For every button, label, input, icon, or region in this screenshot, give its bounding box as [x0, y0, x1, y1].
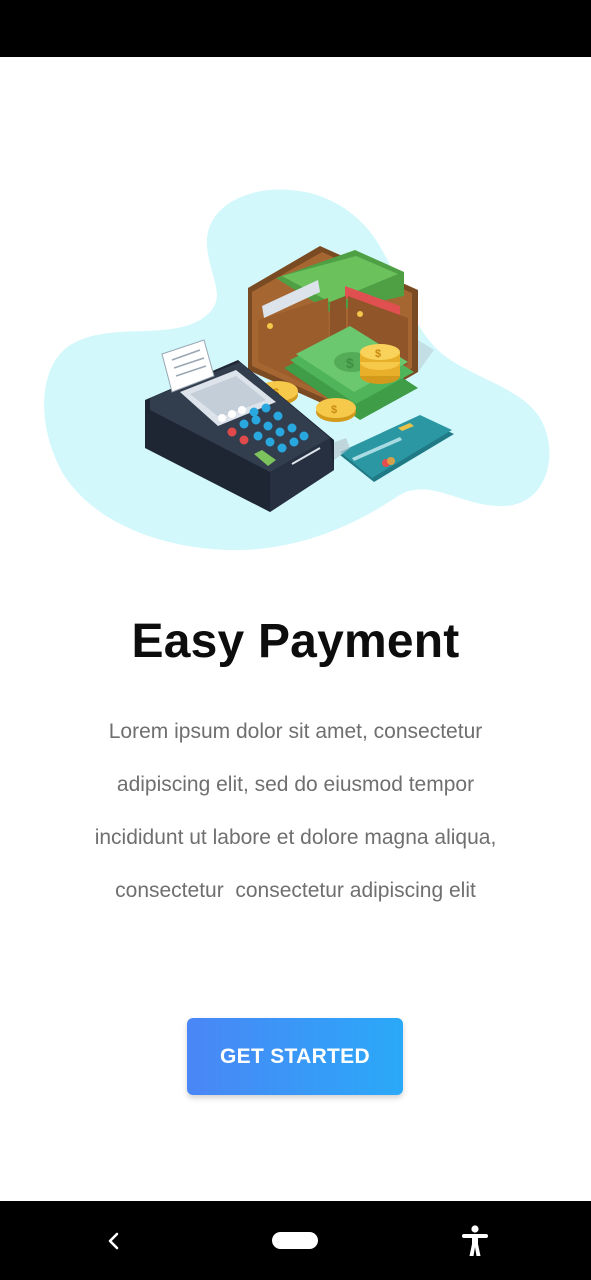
coin-icon: $ — [316, 398, 356, 422]
description-line: consectetur consectetur adipiscing elit — [115, 879, 476, 902]
accessibility-icon — [462, 1224, 488, 1256]
page-title: Easy Payment — [131, 615, 460, 668]
description-line: Lorem ipsum dolor sit amet, consectetur — [108, 720, 483, 743]
description: Lorem ipsum dolor sit amet, consectetur … — [40, 705, 551, 917]
description-line: incididunt ut labore et dolore magna ali… — [94, 826, 497, 849]
svg-text:$: $ — [331, 404, 337, 416]
svg-text:$: $ — [375, 348, 381, 360]
get-started-button[interactable]: GET STARTED — [187, 1018, 403, 1095]
accessibility-button[interactable] — [435, 1201, 515, 1280]
home-pill-icon — [272, 1232, 318, 1249]
svg-text:$: $ — [346, 355, 354, 371]
status-bar — [0, 0, 591, 57]
onboarding-screen: $ $ $ $ — [0, 0, 591, 1280]
description-line: adipiscing elit, sed do eiusmod tempor — [116, 773, 475, 796]
payment-illustration: $ $ $ $ — [44, 189, 550, 551]
chevron-left-icon — [108, 1232, 119, 1249]
navigation-bar — [0, 1201, 591, 1280]
back-button[interactable] — [74, 1201, 154, 1280]
coin-stack-icon: $ — [360, 344, 400, 384]
home-button[interactable] — [255, 1201, 335, 1280]
